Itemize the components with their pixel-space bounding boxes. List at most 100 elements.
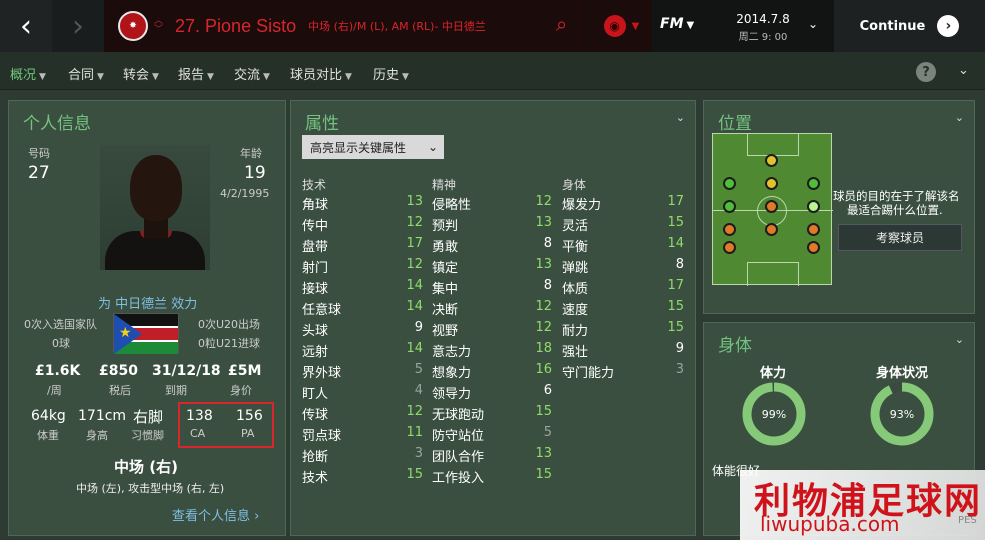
attribute-row[interactable]: 爆发力 17 <box>562 194 684 215</box>
attribute-name: 守门能力 <box>562 366 615 381</box>
attribute-value: 17 <box>406 236 423 251</box>
club-link[interactable]: 为 中日德兰 效力 <box>98 293 197 312</box>
attribute-value: 12 <box>535 320 552 335</box>
attribute-name: 视野 <box>432 324 459 339</box>
world-menu-button[interactable]: ◉ ▼ <box>590 0 652 52</box>
attribute-row[interactable]: 守门能力 3 <box>562 362 684 383</box>
attribute-name: 射门 <box>302 261 329 276</box>
chevron-down-icon[interactable]: ⌄ <box>955 111 964 124</box>
attribute-row[interactable]: 界外球 5 <box>302 362 423 383</box>
attribute-row[interactable]: 耐力 15 <box>562 320 684 341</box>
chevron-down-icon[interactable]: ⌄ <box>955 333 964 346</box>
attribute-value: 4 <box>414 383 423 398</box>
tab-contract[interactable]: 合同 ▼ <box>68 64 104 83</box>
attribute-value: 17 <box>667 278 684 293</box>
attribute-row[interactable]: 防守站位 5 <box>432 425 552 446</box>
player-switch-arrows[interactable]: ︿ ﹀ <box>154 17 163 35</box>
attribute-row[interactable]: 决断 12 <box>432 299 552 320</box>
view-profile-link[interactable]: 查看个人信息 › <box>172 505 259 524</box>
tab-transfer[interactable]: 转会 ▼ <box>123 64 159 83</box>
attribute-row[interactable]: 预判 13 <box>432 215 552 236</box>
attribute-row[interactable]: 镇定 13 <box>432 257 552 278</box>
attribute-row[interactable]: 传中 12 <box>302 215 423 236</box>
date-of-birth: 4/2/1995 <box>220 187 270 200</box>
attribute-value: 12 <box>406 215 423 230</box>
number-label: 号码 <box>28 147 50 160</box>
continue-button[interactable]: Continue › <box>834 0 985 52</box>
attribute-row[interactable]: 头球 9 <box>302 320 423 341</box>
preferred-foot-label: 习惯脚 <box>131 429 164 442</box>
attribute-name: 决断 <box>432 303 459 318</box>
attribute-row[interactable]: 侵略性 12 <box>432 194 552 215</box>
attribute-row[interactable]: 任意球 14 <box>302 299 423 320</box>
attribute-name: 侵略性 <box>432 198 472 213</box>
scout-player-button[interactable]: 考察球员 <box>838 224 962 251</box>
attribute-row[interactable]: 远射 14 <box>302 341 423 362</box>
attribute-row[interactable]: 集中 8 <box>432 278 552 299</box>
chevron-down-icon[interactable]: ﹀ <box>154 26 163 35</box>
attribute-value: 15 <box>667 299 684 314</box>
attribute-row[interactable]: 弹跳 8 <box>562 257 684 278</box>
club-crest-icon[interactable]: ✸ <box>118 11 148 41</box>
watermark-url: liwupuba.com <box>760 512 900 536</box>
tab-compare[interactable]: 球员对比 ▼ <box>290 64 352 83</box>
attribute-row[interactable]: 视野 12 <box>432 320 552 341</box>
attribute-row[interactable]: 平衡 14 <box>562 236 684 257</box>
attribute-value: 15 <box>667 215 684 230</box>
attribute-row[interactable]: 罚点球 11 <box>302 425 423 446</box>
tab-overview[interactable]: 概况 ▼ <box>10 64 46 83</box>
attribute-row[interactable]: 盯人 4 <box>302 383 423 404</box>
attribute-row[interactable]: 想象力 16 <box>432 362 552 383</box>
attribute-row[interactable]: 接球 14 <box>302 278 423 299</box>
attribute-row[interactable]: 体质 17 <box>562 278 684 299</box>
attribute-name: 界外球 <box>302 366 342 381</box>
preferred-foot-value: 右脚 <box>133 408 164 426</box>
attribute-value: 17 <box>667 194 684 209</box>
player-title: 27. Pione Sisto <box>175 15 297 36</box>
tab-interaction[interactable]: 交流 ▼ <box>234 64 270 83</box>
attribute-row[interactable]: 技术 15 <box>302 467 423 488</box>
attribute-value: 13 <box>535 446 552 461</box>
attribute-row[interactable]: 灵活 15 <box>562 215 684 236</box>
attribute-row[interactable]: 角球 13 <box>302 194 423 215</box>
attribute-value: 8 <box>675 257 684 272</box>
position-dot-amc <box>765 177 778 190</box>
attribute-row[interactable]: 射门 12 <box>302 257 423 278</box>
fm-menu-button[interactable]: FM ▼ <box>660 16 694 32</box>
contract-expiry-value: 31/12/18 <box>152 363 221 379</box>
attribute-row[interactable]: 团队合作 13 <box>432 446 552 467</box>
position-pitch <box>712 133 833 286</box>
attribute-row[interactable]: 勇敢 8 <box>432 236 552 257</box>
attribute-value: 15 <box>667 320 684 335</box>
chevron-down-icon[interactable]: ⌄ <box>676 111 685 124</box>
help-icon[interactable]: ? <box>916 62 936 82</box>
condition-value: 93% <box>890 408 914 421</box>
tab-history[interactable]: 历史 ▼ <box>373 64 409 83</box>
search-icon[interactable]: ⌕ <box>556 12 567 36</box>
attribute-row[interactable]: 抢断 3 <box>302 446 423 467</box>
highlight-attributes-dropdown[interactable]: 高亮显示关键属性 ⌄ <box>302 135 444 159</box>
attribute-row[interactable]: 无球跑动 15 <box>432 404 552 425</box>
forward-button[interactable]: › <box>52 0 104 52</box>
panel-title: 个人信息 <box>23 114 91 134</box>
attribute-row[interactable]: 强壮 9 <box>562 341 684 362</box>
condition-ring: 93% <box>870 382 934 446</box>
position-dot-dml <box>723 223 736 236</box>
chevron-down-icon[interactable]: ⌄ <box>958 63 969 78</box>
panel-title: 属性 <box>305 114 339 134</box>
attribute-value: 15 <box>406 467 423 482</box>
attribute-row[interactable]: 速度 15 <box>562 299 684 320</box>
tab-label: 概况 <box>10 68 37 83</box>
tab-reports[interactable]: 报告 ▼ <box>178 64 214 83</box>
attribute-row[interactable]: 工作投入 15 <box>432 467 552 488</box>
attribute-row[interactable]: 领导力 6 <box>432 383 552 404</box>
position-dot-dmc <box>765 223 778 236</box>
attribute-row[interactable]: 意志力 18 <box>432 341 552 362</box>
back-button[interactable]: ‹ <box>0 0 52 52</box>
description-line: 最适合踢什么位置. <box>847 203 943 217</box>
attribute-row[interactable]: 传球 12 <box>302 404 423 425</box>
chevron-down-icon[interactable]: ⌄ <box>808 17 818 31</box>
chevron-right-icon: › <box>72 8 84 44</box>
attribute-row[interactable]: 盘带 17 <box>302 236 423 257</box>
age-label: 年龄 <box>240 147 262 160</box>
